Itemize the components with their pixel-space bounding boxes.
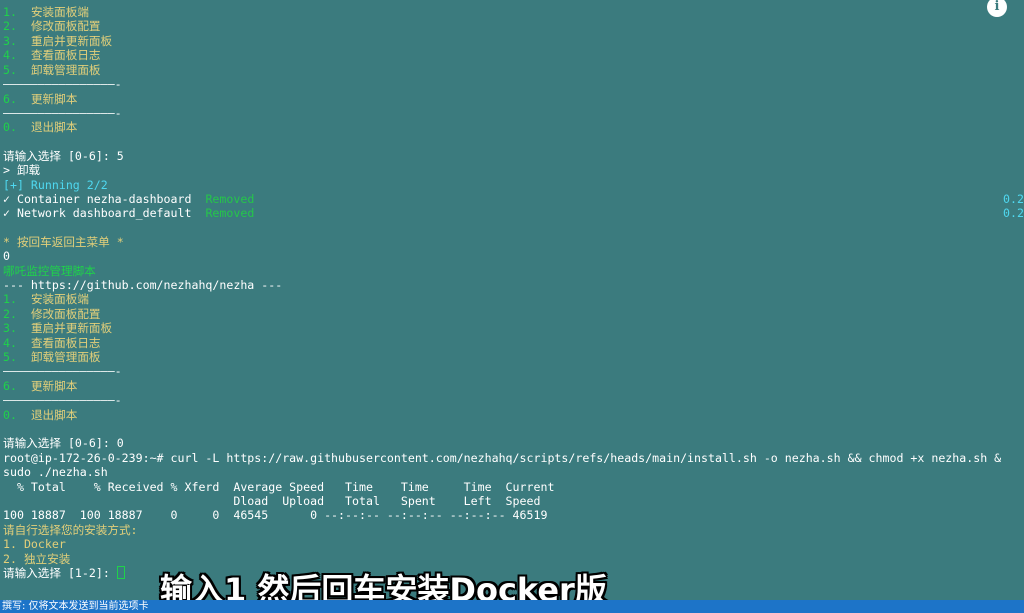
menu-item-update: 6. 更新脚本 xyxy=(3,92,78,106)
prompt-line: 请输入选择 [0-6]: 5 xyxy=(3,149,124,163)
menu-item: 5. 卸载管理面板 xyxy=(3,350,101,364)
menu-separator: ————————————————- xyxy=(3,364,122,378)
install-option-docker: 1. Docker xyxy=(3,537,66,551)
menu-item-update: 6. 更新脚本 xyxy=(3,379,78,393)
container-row: ✓ Container nezha-dashboard Removed xyxy=(3,192,255,206)
install-question: 请自行选择您的安装方式: xyxy=(3,523,138,537)
menu-item-exit: 0. 退出脚本 xyxy=(3,120,78,134)
repo-url: --- https://github.com/nezhahq/nezha --- xyxy=(3,278,283,292)
curl-header: % Total % Received % Xferd Average Speed… xyxy=(3,480,555,494)
menu-item: 4. 查看面板日志 xyxy=(3,336,101,350)
network-row: ✓ Network dashboard_default Removed xyxy=(3,206,255,220)
input-prompt[interactable]: 请输入选择 [1-2]: xyxy=(3,566,125,580)
back-hint: * 按回车返回主菜单 * xyxy=(3,235,124,249)
menu-item: 3. 重启并更新面板 xyxy=(3,34,113,48)
menu-separator: ————————————————- xyxy=(3,393,122,407)
terminal-window[interactable]: 1. 安装面板端 2. 修改面板配置 3. 重启并更新面板 4. 查看面板日志 … xyxy=(0,0,1024,600)
install-option-standalone: 2. 独立安装 xyxy=(3,552,71,566)
action-line: > 卸载 xyxy=(3,163,41,177)
terminal-cursor xyxy=(116,566,125,579)
menu-item: 1. 安装面板端 xyxy=(3,292,89,306)
curl-header: Dload Upload Total Spent Left Speed xyxy=(3,494,541,508)
menu-title: 哪吒监控管理脚本 xyxy=(3,264,96,278)
network-time: 0.2 xyxy=(1003,206,1024,220)
running-status: [+] Running 2/2 xyxy=(3,178,108,192)
menu-item: 3. 重启并更新面板 xyxy=(3,321,113,335)
curl-progress-row: 100 18887 100 18887 0 0 46545 0 --:--:--… xyxy=(3,508,548,522)
menu-item: 5. 卸载管理面板 xyxy=(3,63,101,77)
menu-item-exit: 0. 退出脚本 xyxy=(3,408,78,422)
menu-item: 2. 修改面板配置 xyxy=(3,307,101,321)
menu-item: 1. 安装面板端 xyxy=(3,5,89,19)
container-time: 0.2 xyxy=(1003,192,1024,206)
menu-separator: ————————————————- xyxy=(3,106,122,120)
menu-item: 4. 查看面板日志 xyxy=(3,48,101,62)
command-line: root@ip-172-26-0-239:~# curl -L https://… xyxy=(3,451,1002,465)
status-bar: 撰写: 仅将文本发送到当前选项卡 xyxy=(0,600,1024,613)
menu-separator: ————————————————- xyxy=(3,77,122,91)
input-line: 0 xyxy=(3,249,10,263)
info-icon[interactable]: i xyxy=(987,0,1007,17)
command-line-continued: sudo ./nezha.sh xyxy=(3,465,108,479)
prompt-line: 请输入选择 [0-6]: 0 xyxy=(3,436,124,450)
menu-item: 2. 修改面板配置 xyxy=(3,19,101,33)
